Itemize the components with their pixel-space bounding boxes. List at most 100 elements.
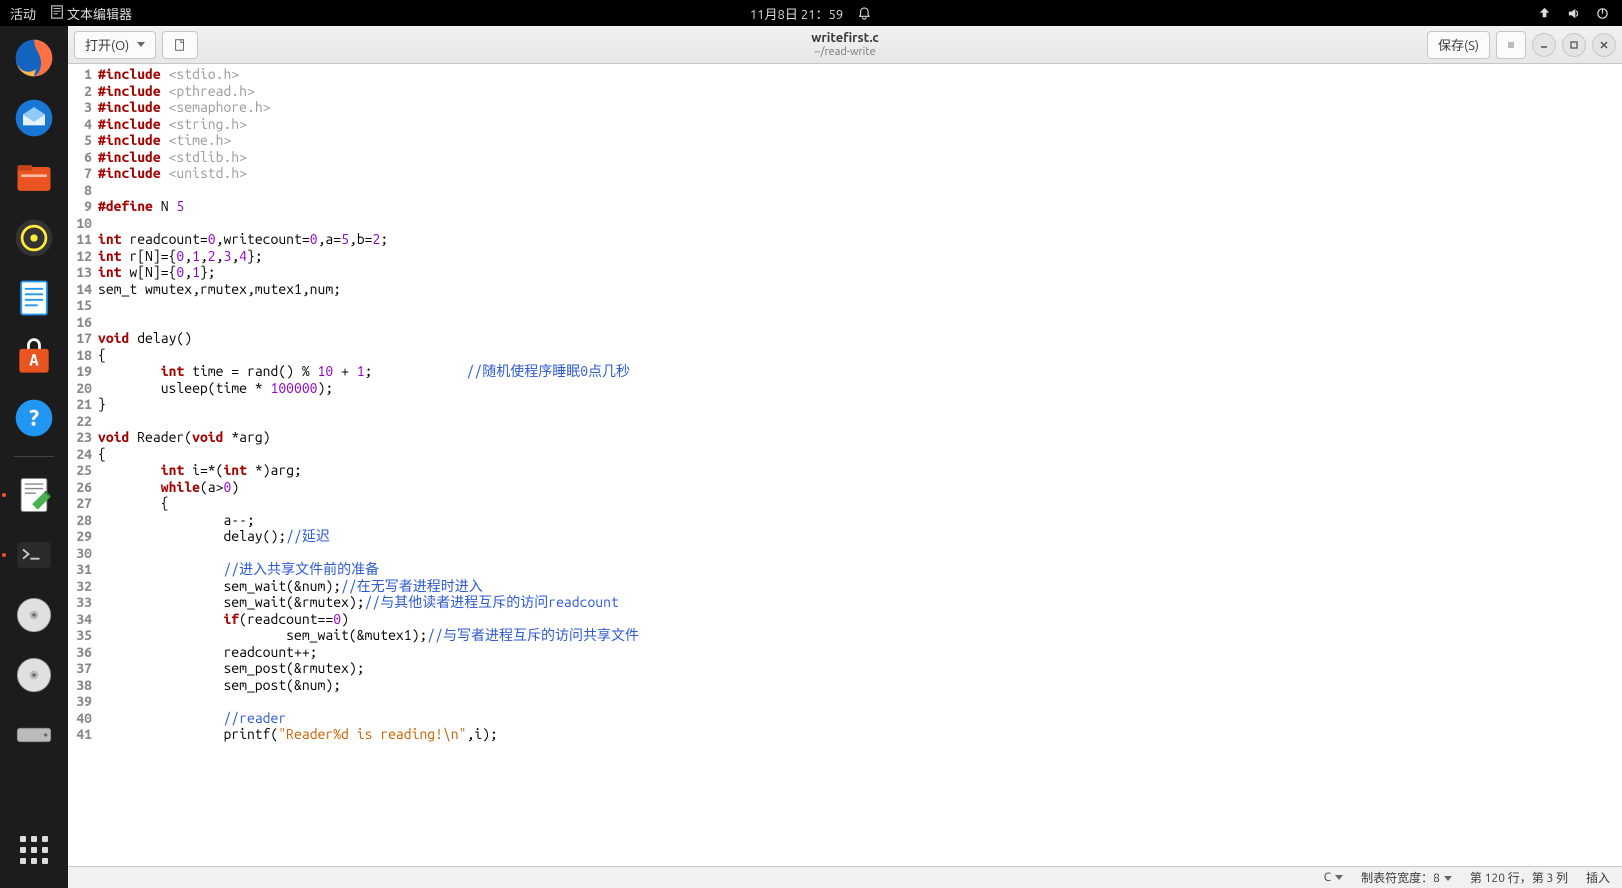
code-line[interactable]: 41 printf("Reader%d is reading!\n",i); bbox=[68, 726, 1622, 743]
code-line[interactable]: 28 a--; bbox=[68, 512, 1622, 529]
line-number: 12 bbox=[68, 248, 98, 265]
line-number: 27 bbox=[68, 495, 98, 512]
line-number: 1 bbox=[68, 66, 98, 83]
code-line[interactable]: 26 while(a>0) bbox=[68, 479, 1622, 496]
code-line[interactable]: 37 sem_post(&rmutex); bbox=[68, 660, 1622, 677]
line-number: 39 bbox=[68, 693, 98, 710]
dock-firefox[interactable] bbox=[8, 32, 60, 84]
headerbar: 打开(O) writefirst.c ~/read-write 保存(S) bbox=[68, 26, 1622, 64]
code-line[interactable]: 22 bbox=[68, 413, 1622, 430]
code-line[interactable]: 34 if(readcount==0) bbox=[68, 611, 1622, 628]
dock-terminal[interactable] bbox=[8, 529, 60, 581]
code-line[interactable]: 2#include <pthread.h> bbox=[68, 83, 1622, 100]
code-line[interactable]: 16 bbox=[68, 314, 1622, 331]
line-number: 26 bbox=[68, 479, 98, 496]
code-line[interactable]: 19 int time = rand() % 10 + 1; //随机使程序睡眠… bbox=[68, 363, 1622, 380]
dock-gedit[interactable] bbox=[8, 469, 60, 521]
line-number: 3 bbox=[68, 99, 98, 116]
new-tab-button[interactable] bbox=[162, 31, 198, 59]
code-line[interactable]: 5#include <time.h> bbox=[68, 132, 1622, 149]
dock-libreoffice-writer[interactable] bbox=[8, 272, 60, 324]
save-button[interactable]: 保存(S) bbox=[1427, 31, 1490, 59]
volume-icon[interactable] bbox=[1566, 6, 1581, 21]
datetime[interactable]: 11月8日 21：59 bbox=[750, 4, 843, 23]
code-line[interactable]: 15 bbox=[68, 297, 1622, 314]
code-line[interactable]: 20 usleep(time * 100000); bbox=[68, 380, 1622, 397]
dock-drive[interactable] bbox=[8, 709, 60, 761]
code-line[interactable]: 36 readcount++; bbox=[68, 644, 1622, 661]
code-line[interactable]: 24{ bbox=[68, 446, 1622, 463]
code-line[interactable]: 25 int i=*(int *)arg; bbox=[68, 462, 1622, 479]
status-mode[interactable]: 插入 bbox=[1586, 869, 1610, 886]
line-number: 35 bbox=[68, 627, 98, 644]
power-icon[interactable] bbox=[1595, 6, 1610, 21]
status-tabwidth[interactable]: 制表符宽度：8 bbox=[1361, 869, 1452, 886]
line-number: 10 bbox=[68, 215, 98, 232]
code-line[interactable]: 29 delay();//延迟 bbox=[68, 528, 1622, 545]
new-document-icon bbox=[173, 38, 187, 52]
dock-disc-2[interactable] bbox=[8, 649, 60, 701]
dock-rhythmbox[interactable] bbox=[8, 212, 60, 264]
notification-bell-icon[interactable] bbox=[857, 6, 872, 21]
line-number: 11 bbox=[68, 231, 98, 248]
maximize-button[interactable] bbox=[1562, 33, 1586, 57]
dock-help[interactable]: ? bbox=[8, 392, 60, 444]
code-line[interactable]: 38 sem_post(&num); bbox=[68, 677, 1622, 694]
code-line[interactable]: 7#include <unistd.h> bbox=[68, 165, 1622, 182]
code-line[interactable]: 6#include <stdlib.h> bbox=[68, 149, 1622, 166]
code-line[interactable]: 23void Reader(void *arg) bbox=[68, 429, 1622, 446]
code-line[interactable]: 13int w[N]={0,1}; bbox=[68, 264, 1622, 281]
code-line[interactable]: 31 //进入共享文件前的准备 bbox=[68, 561, 1622, 578]
code-line[interactable]: 33 sem_wait(&rmutex);//与其他读者进程互斥的访问readc… bbox=[68, 594, 1622, 611]
status-language[interactable]: C bbox=[1324, 871, 1343, 884]
activities-button[interactable]: 活动 bbox=[10, 4, 36, 23]
line-number: 34 bbox=[68, 611, 98, 628]
code-line[interactable]: 39 bbox=[68, 693, 1622, 710]
app-grid-button[interactable] bbox=[8, 824, 60, 876]
chevron-down-icon bbox=[137, 42, 145, 47]
code-line[interactable]: 10 bbox=[68, 215, 1622, 232]
network-icon[interactable] bbox=[1537, 6, 1552, 21]
code-line[interactable]: 27 { bbox=[68, 495, 1622, 512]
code-line[interactable]: 30 bbox=[68, 545, 1622, 562]
line-number: 22 bbox=[68, 413, 98, 430]
dock-files[interactable] bbox=[8, 152, 60, 204]
dock-software[interactable]: A bbox=[8, 332, 60, 384]
line-number: 30 bbox=[68, 545, 98, 562]
line-number: 36 bbox=[68, 644, 98, 661]
line-number: 33 bbox=[68, 594, 98, 611]
code-line[interactable]: 32 sem_wait(&num);//在无写者进程时进入 bbox=[68, 578, 1622, 595]
dock-thunderbird[interactable] bbox=[8, 92, 60, 144]
line-number: 7 bbox=[68, 165, 98, 182]
code-line[interactable]: 8 bbox=[68, 182, 1622, 199]
code-line[interactable]: 9#define N 5 bbox=[68, 198, 1622, 215]
current-app[interactable]: 文本编辑器 bbox=[50, 4, 132, 23]
hamburger-menu-button[interactable] bbox=[1496, 31, 1526, 59]
code-line[interactable]: 35 sem_wait(&mutex1);//与写者进程互斥的访问共享文件 bbox=[68, 627, 1622, 644]
code-line[interactable]: 17void delay() bbox=[68, 330, 1622, 347]
line-number: 31 bbox=[68, 561, 98, 578]
code-line[interactable]: 18{ bbox=[68, 347, 1622, 364]
code-line[interactable]: 21} bbox=[68, 396, 1622, 413]
code-line[interactable]: 4#include <string.h> bbox=[68, 116, 1622, 133]
line-number: 4 bbox=[68, 116, 98, 133]
text-editor-app-icon bbox=[50, 5, 64, 19]
line-number: 21 bbox=[68, 396, 98, 413]
code-line[interactable]: 1#include <stdio.h> bbox=[68, 66, 1622, 83]
minimize-icon bbox=[1539, 40, 1549, 50]
minimize-button[interactable] bbox=[1532, 33, 1556, 57]
line-number: 25 bbox=[68, 462, 98, 479]
code-line[interactable]: 40 //reader bbox=[68, 710, 1622, 727]
line-number: 32 bbox=[68, 578, 98, 595]
code-line[interactable]: 14sem_t wmutex,rmutex,mutex1,num; bbox=[68, 281, 1622, 298]
close-button[interactable] bbox=[1592, 33, 1616, 57]
dock-disc-1[interactable] bbox=[8, 589, 60, 641]
line-number: 9 bbox=[68, 198, 98, 215]
code-line[interactable]: 12int r[N]={0,1,2,3,4}; bbox=[68, 248, 1622, 265]
svg-text:?: ? bbox=[28, 405, 40, 430]
line-number: 17 bbox=[68, 330, 98, 347]
open-button[interactable]: 打开(O) bbox=[74, 31, 156, 59]
code-line[interactable]: 3#include <semaphore.h> bbox=[68, 99, 1622, 116]
editor-area[interactable]: 1#include <stdio.h>2#include <pthread.h>… bbox=[68, 64, 1622, 866]
code-line[interactable]: 11int readcount=0,writecount=0,a=5,b=2; bbox=[68, 231, 1622, 248]
